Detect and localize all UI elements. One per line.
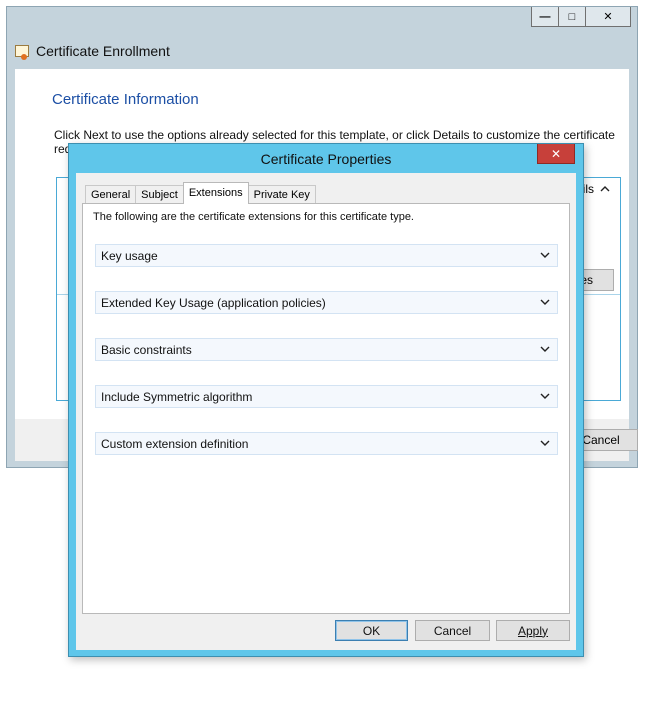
chevron-down-icon — [540, 393, 550, 399]
extension-extended-key-usage[interactable]: Extended Key Usage (application policies… — [95, 291, 558, 314]
chevron-down-icon — [540, 440, 550, 446]
tab-strip: General Subject Extensions Private Key — [85, 182, 316, 204]
cancel-button-label: Cancel — [433, 623, 472, 638]
certificate-icon — [15, 45, 29, 60]
window-title-bar: Certificate Enrollment — [15, 41, 170, 61]
window-controls: — □ ✕ — [531, 7, 631, 27]
extension-label: Basic constraints — [101, 342, 192, 357]
extension-label: Include Symmetric algorithm — [101, 389, 253, 404]
extension-key-usage[interactable]: Key usage — [95, 244, 558, 267]
close-icon: ✕ — [603, 11, 613, 23]
apply-button[interactable]: Apply — [496, 620, 570, 641]
minimize-button[interactable]: — — [531, 7, 559, 27]
maximize-button[interactable]: □ — [558, 7, 586, 27]
extension-label: Extended Key Usage (application policies… — [101, 295, 326, 310]
tab-extensions[interactable]: Extensions — [182, 182, 249, 204]
tab-subject[interactable]: Subject — [135, 185, 184, 204]
extension-symmetric-algorithm[interactable]: Include Symmetric algorithm — [95, 385, 558, 408]
ok-button-label: OK — [362, 623, 381, 638]
certificate-properties-dialog: Certificate Properties ✕ General Subject… — [68, 143, 584, 657]
dialog-close-button[interactable]: ✕ — [537, 144, 575, 164]
tab-private-key[interactable]: Private Key — [247, 185, 316, 204]
details-toggle[interactable]: ils — [583, 182, 610, 196]
cancel-button[interactable]: Cancel — [415, 620, 490, 641]
chevron-down-icon — [540, 252, 550, 258]
chevron-up-icon — [600, 186, 610, 192]
apply-button-label: Apply — [517, 623, 549, 638]
extensions-description: The following are the certificate extens… — [93, 211, 414, 223]
tab-general[interactable]: General — [85, 185, 137, 204]
ok-button[interactable]: OK — [335, 620, 408, 641]
chevron-down-icon — [540, 299, 550, 305]
maximize-icon: □ — [568, 10, 576, 23]
extension-label: Custom extension definition — [101, 436, 249, 451]
details-label: ils — [582, 182, 594, 196]
wizard-cancel-label: Cancel — [582, 433, 620, 447]
page-title: Certificate Information — [52, 91, 199, 108]
close-icon: ✕ — [550, 146, 562, 161]
extension-basic-constraints[interactable]: Basic constraints — [95, 338, 558, 361]
dialog-client-area: General Subject Extensions Private Key T… — [76, 173, 576, 650]
dialog-title: Certificate Properties — [260, 151, 392, 167]
extension-label: Key usage — [101, 248, 158, 263]
extensions-panel: The following are the certificate extens… — [82, 203, 570, 614]
extension-custom-definition[interactable]: Custom extension definition — [95, 432, 558, 455]
chevron-down-icon — [540, 346, 550, 352]
window-title: Certificate Enrollment — [36, 43, 170, 59]
minimize-icon: — — [539, 10, 551, 23]
close-button[interactable]: ✕ — [585, 7, 631, 27]
